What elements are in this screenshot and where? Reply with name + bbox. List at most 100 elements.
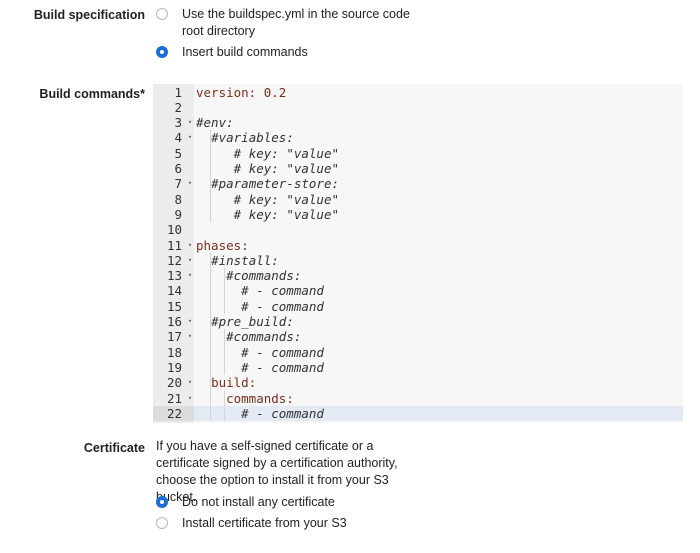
indent-guide — [224, 390, 225, 422]
code-line[interactable]: 7 ▾ #parameter-store: — [153, 176, 683, 191]
code-line[interactable]: 19 # - command — [153, 360, 683, 375]
code-line[interactable]: 20 ▾ build: — [153, 375, 683, 390]
code-token: # - command — [241, 298, 324, 314]
insert-commands-label: Insert build commands — [182, 45, 308, 59]
code-line[interactable]: 13 ▾ #commands: — [153, 268, 683, 283]
fold-arrow-icon[interactable]: ▾ — [186, 253, 194, 268]
fold-arrow-icon[interactable]: ▾ — [186, 375, 194, 390]
code-line[interactable]: 12 ▾ #install: — [153, 253, 683, 268]
s3-certificate-option[interactable]: Install certificate from your S3 — [156, 515, 347, 532]
code-line[interactable]: 9 # key: "value" — [153, 207, 683, 222]
code-text: # - command — [196, 360, 324, 375]
code-token: # - command — [241, 344, 324, 360]
indent-guide — [210, 130, 211, 223]
no-certificate-option[interactable]: Do not install any certificate — [156, 494, 335, 511]
code-token: #commands: — [226, 268, 302, 284]
code-line[interactable]: 1 version: 0.2 — [153, 85, 683, 100]
code-text: # key: "value" — [196, 207, 339, 222]
code-line[interactable]: 4 ▾ #variables: — [153, 130, 683, 145]
line-number: 1 — [174, 84, 182, 100]
s3-certificate-radio[interactable] — [156, 517, 168, 529]
code-token: # - command — [241, 359, 324, 375]
no-certificate-radio[interactable] — [156, 496, 168, 508]
buildspec-file-option[interactable]: Use the buildspec.yml in the source code… — [156, 6, 432, 40]
fold-arrow-icon[interactable]: ▾ — [186, 314, 194, 329]
code-text: #parameter-store: — [196, 176, 339, 191]
code-text: # - command — [196, 406, 324, 421]
code-line[interactable]: 17 ▾ #commands: — [153, 329, 683, 344]
line-number: 2 — [174, 99, 182, 115]
fold-arrow-icon[interactable]: ▾ — [186, 115, 194, 130]
code-text: #env: — [196, 115, 234, 130]
fold-arrow-icon[interactable]: ▾ — [186, 391, 194, 406]
line-number: 9 — [174, 206, 182, 222]
code-line[interactable]: 6 # key: "value" — [153, 161, 683, 176]
code-line[interactable]: 21 ▾ commands: — [153, 391, 683, 406]
line-number: 6 — [174, 161, 182, 176]
code-text: #commands: — [196, 268, 301, 283]
insert-commands-option[interactable]: Insert build commands — [156, 44, 308, 61]
code-line[interactable]: 5 # key: "value" — [153, 146, 683, 161]
line-number: 10 — [166, 222, 182, 238]
code-token: #pre_build: — [211, 314, 294, 329]
code-line[interactable]: 2 — [153, 100, 683, 115]
code-line[interactable]: 3 ▾ #env: — [153, 115, 683, 130]
code-token: # key: "value" — [233, 206, 339, 222]
line-number: 14 — [166, 283, 182, 299]
code-token: #env: — [196, 115, 234, 131]
code-line[interactable]: 10 — [153, 222, 683, 237]
code-line[interactable]: 14 # - command — [153, 283, 683, 298]
fold-arrow-icon[interactable]: ▾ — [186, 268, 194, 283]
s3-certificate-label: Install certificate from your S3 — [182, 516, 347, 530]
line-number: 5 — [174, 145, 182, 161]
code-token: phases: — [196, 237, 249, 253]
code-line[interactable]: 22 # - command — [153, 405, 683, 422]
code-text: #commands: — [196, 329, 301, 344]
code-text: # - command — [196, 283, 324, 298]
code-line[interactable]: 18 # - command — [153, 345, 683, 360]
code-line[interactable]: 11 ▾ phases: — [153, 238, 683, 253]
code-token: # - command — [241, 283, 324, 299]
line-number: 19 — [166, 359, 182, 375]
code-text: # key: "value" — [196, 192, 339, 207]
code-text: # key: "value" — [196, 146, 339, 161]
line-number: 18 — [166, 344, 182, 360]
fold-arrow-icon[interactable]: ▾ — [186, 130, 194, 145]
code-text: version: 0.2 — [196, 85, 286, 100]
code-token: #parameter-store: — [211, 176, 339, 192]
code-token: #variables: — [211, 130, 294, 146]
code-line[interactable]: 15 # - command — [153, 299, 683, 314]
no-certificate-label: Do not install any certificate — [182, 495, 335, 509]
fold-arrow-icon[interactable]: ▾ — [186, 176, 194, 191]
code-token: #install: — [211, 252, 279, 268]
fold-arrow-icon[interactable]: ▾ — [186, 329, 194, 344]
code-token: commands: — [226, 390, 294, 406]
indent-guide — [210, 252, 211, 422]
code-token: build: — [211, 375, 257, 391]
certificate-label: Certificate — [83, 441, 145, 455]
code-line[interactable]: 8 # key: "value" — [153, 192, 683, 207]
build-commands-editor[interactable]: 1 version: 0.2 2 3 ▾ #env: 4 ▾ #variables: 5 # k… — [153, 84, 683, 423]
code-text: build: — [196, 375, 256, 390]
fold-arrow-icon[interactable]: ▾ — [186, 238, 194, 253]
line-number: 22 — [153, 405, 194, 422]
buildspec-file-radio[interactable] — [156, 8, 168, 20]
buildspec-file-label: Use the buildspec.yml in the source code… — [182, 7, 410, 38]
code-text: # - command — [196, 299, 324, 314]
code-line[interactable]: 16 ▾ #pre_build: — [153, 314, 683, 329]
insert-commands-radio[interactable] — [156, 46, 168, 58]
